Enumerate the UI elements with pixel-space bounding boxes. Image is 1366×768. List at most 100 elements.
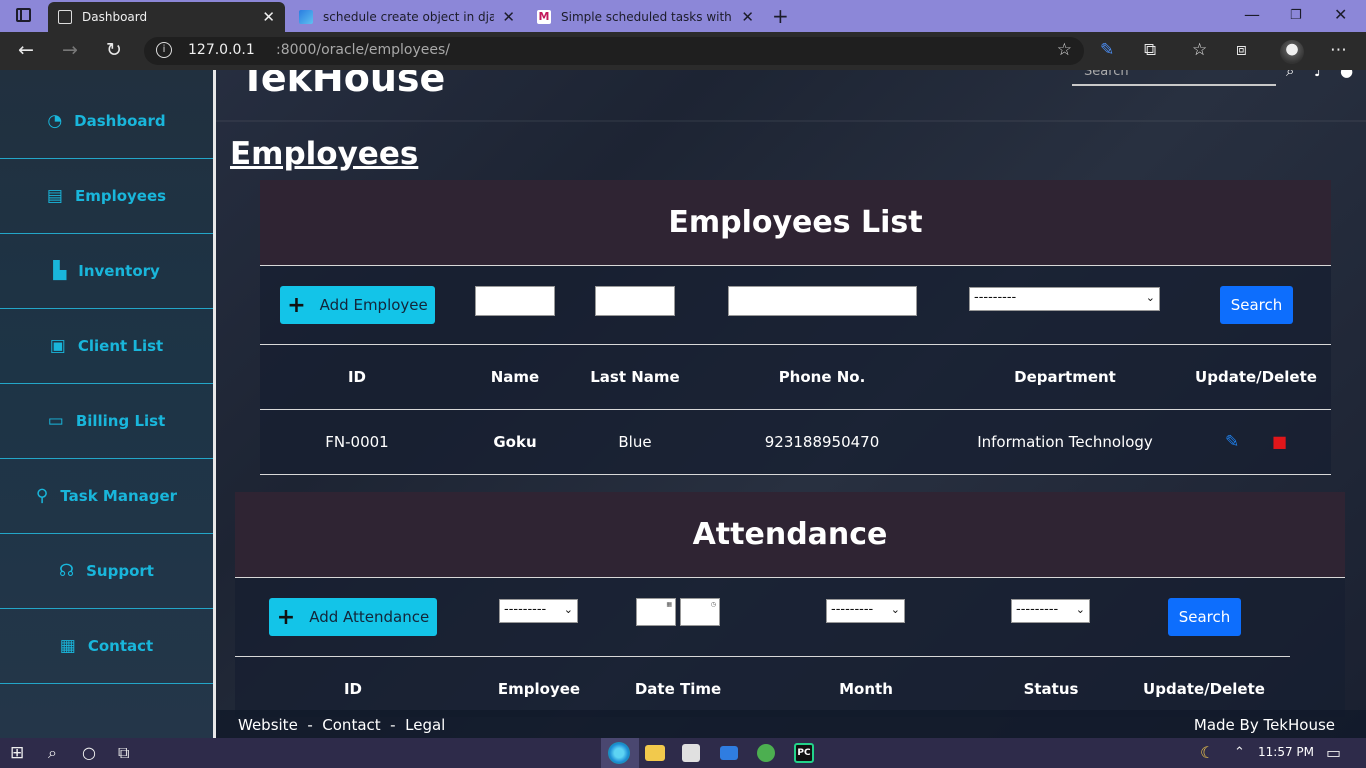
url-host: 127.0.0.1	[188, 42, 255, 58]
url-input[interactable]: i 127.0.0.1 :8000/oracle/employees/ ☆	[144, 37, 1084, 65]
employees-list-heading: Employees List	[260, 180, 1331, 265]
cell-id: FN-0001	[325, 433, 389, 451]
cell-name: Goku	[493, 433, 537, 451]
user-icon[interactable]: ●	[1340, 70, 1353, 80]
sidebar-item-support[interactable]: ☊ Support	[0, 534, 213, 609]
dashboard-gauge-icon: ◔	[47, 111, 63, 131]
button-label: Search	[1230, 296, 1283, 314]
tab-dashboard[interactable]: Dashboard ✕	[48, 2, 285, 32]
tab-actions-icon[interactable]	[16, 8, 31, 22]
divider	[260, 409, 1331, 410]
calendar-icon[interactable]: ▦	[666, 601, 672, 608]
status-select[interactable]: --------- ⌄	[1011, 599, 1090, 623]
file-explorer-icon[interactable]	[645, 745, 665, 761]
site-info-icon[interactable]: i	[156, 42, 172, 58]
month-select[interactable]: --------- ⌄	[826, 599, 905, 623]
column-header-department: Department	[1014, 368, 1116, 386]
sidebar-item-label: Inventory	[78, 262, 160, 280]
phone-filter-input[interactable]	[728, 286, 917, 316]
pen-icon[interactable]: ✎	[1100, 40, 1114, 60]
search-icon[interactable]: ⌕	[48, 743, 57, 763]
dolly-icon: ▙	[53, 261, 67, 281]
pycharm-icon[interactable]: PC	[794, 743, 814, 763]
mail-icon[interactable]	[720, 746, 738, 760]
column-header-update-delete: Update/Delete	[1143, 680, 1265, 698]
clock-icon[interactable]: ◷	[711, 601, 716, 608]
panel-title: Employees List	[668, 205, 923, 240]
brand-title: TekHouse	[240, 70, 446, 100]
utorrent-icon[interactable]	[757, 744, 775, 762]
edge-browser-icon[interactable]	[608, 742, 630, 764]
reload-icon[interactable]: ↻	[106, 39, 122, 61]
task-view-icon[interactable]: ⧉	[118, 743, 129, 763]
collections-icon[interactable]: ⧈	[1236, 40, 1247, 60]
column-header-month: Month	[839, 680, 893, 698]
sidebar-item-label: Dashboard	[74, 112, 166, 130]
restore-icon[interactable]: ❐	[1290, 8, 1302, 23]
back-icon[interactable]: ←	[18, 39, 34, 61]
id-filter-input[interactable]	[475, 286, 555, 316]
sidebar-item-task-manager[interactable]: ⚲ Task Manager	[0, 459, 213, 534]
sidebar-item-employees[interactable]: ▤ Employees	[0, 159, 213, 234]
sidebar-item-dashboard[interactable]: ◔ Dashboard	[0, 84, 213, 159]
cell-phone: 923188950470	[764, 433, 880, 451]
add-employee-button[interactable]: + Add Employee	[280, 286, 435, 324]
more-icon[interactable]: ⋯	[1330, 40, 1347, 60]
divider	[235, 656, 1290, 657]
attendance-search-button[interactable]: Search	[1168, 598, 1241, 636]
windows-start-icon[interactable]: ⊞	[10, 743, 24, 763]
weather-moon-icon[interactable]: ☾	[1200, 743, 1214, 762]
sidebar-item-billing-list[interactable]: ▭ Billing List	[0, 384, 213, 459]
minimize-icon[interactable]: —	[1244, 5, 1260, 24]
cell-department: Information Technology	[977, 433, 1153, 451]
sidebar-item-contact[interactable]: ▦ Contact	[0, 609, 213, 684]
column-header-id: ID	[343, 680, 363, 698]
notifications-icon[interactable]: ▭	[1326, 743, 1341, 762]
new-tab-icon[interactable]: +	[772, 4, 789, 28]
column-header-name: Name	[490, 368, 540, 386]
forward-icon[interactable]: →	[62, 39, 78, 61]
profile-avatar[interactable]	[1280, 40, 1304, 64]
bell-icon[interactable]: ♪	[1314, 70, 1324, 80]
tab-schedule-django[interactable]: schedule create object in django ✕	[289, 2, 525, 32]
trash-icon[interactable]: ■	[1272, 432, 1287, 451]
extensions-icon[interactable]: ⧉	[1144, 40, 1156, 60]
column-header-last-name: Last Name	[590, 368, 680, 386]
cortana-icon[interactable]: ○	[82, 743, 96, 762]
taskbar-clock[interactable]: 11:57 PM	[1258, 745, 1314, 759]
time-input[interactable]: ◷	[680, 598, 720, 626]
tab-scheduled-tasks[interactable]: M Simple scheduled tasks with Djar ✕	[527, 2, 764, 32]
column-header-employee: Employee	[497, 680, 581, 698]
search-input[interactable]: Search	[1072, 70, 1276, 86]
department-select[interactable]: --------- ⌄	[969, 287, 1160, 311]
footer-links[interactable]: Website - Contact - Legal	[238, 716, 445, 734]
employee-select[interactable]: --------- ⌄	[499, 599, 578, 623]
select-value: ---------	[831, 602, 874, 617]
page-footer: Website - Contact - Legal Made By TekHou…	[216, 710, 1366, 738]
edit-pencil-icon[interactable]: ✎	[1225, 432, 1239, 452]
search-icon[interactable]: ⌕	[1286, 70, 1294, 80]
date-input[interactable]: ▦	[636, 598, 676, 626]
page-title: Employees	[230, 136, 419, 172]
sidebar-item-client-list[interactable]: ▣ Client List	[0, 309, 213, 384]
sidebar-item-label: Client List	[77, 337, 164, 355]
add-attendance-button[interactable]: + Add Attendance	[269, 598, 437, 636]
cell-last-name: Blue	[618, 433, 652, 451]
chevron-down-icon: ⌄	[1145, 291, 1155, 304]
column-header-phone: Phone No.	[778, 368, 866, 386]
close-icon[interactable]: ✕	[262, 8, 275, 26]
window-close-icon[interactable]: ✕	[1334, 5, 1347, 24]
chevron-up-icon[interactable]: ⌃	[1234, 745, 1245, 760]
employees-search-button[interactable]: Search	[1220, 286, 1293, 324]
store-icon[interactable]	[682, 744, 700, 762]
button-label: Add Attendance	[309, 608, 430, 626]
close-icon[interactable]: ✕	[741, 8, 754, 26]
close-icon[interactable]: ✕	[502, 8, 515, 26]
sidebar-item-label: Task Manager	[60, 487, 178, 505]
favorite-star-icon[interactable]: ☆	[1057, 40, 1072, 60]
favorites-icon[interactable]: ☆	[1192, 40, 1207, 60]
id-card-icon: ▤	[46, 186, 63, 206]
column-header-update-delete: Update/Delete	[1195, 368, 1317, 386]
sidebar-item-inventory[interactable]: ▙ Inventory	[0, 234, 213, 309]
name-filter-input[interactable]	[595, 286, 675, 316]
